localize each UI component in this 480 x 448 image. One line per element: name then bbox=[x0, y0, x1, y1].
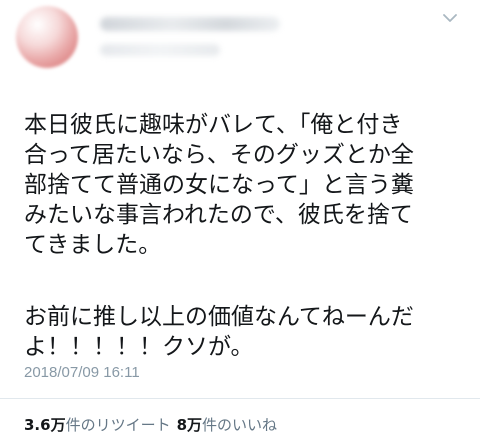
likes-stat[interactable]: 8万件のいいね bbox=[177, 416, 277, 434]
blurred-handle[interactable] bbox=[100, 44, 220, 56]
retweets-label: 件のリツイート bbox=[65, 416, 171, 434]
tweet-stats: 3.6万件のリツイート 8万件のいいね bbox=[24, 414, 277, 435]
tweet-body: 本日彼氏に趣味がバレて、「俺と付き 合って居たいなら、そのグッズとか全 部捨てて… bbox=[24, 80, 464, 404]
likes-count: 8万 bbox=[176, 416, 203, 434]
avatar[interactable] bbox=[16, 6, 78, 68]
tweet-timestamp[interactable]: 2018/07/09 16:11 bbox=[24, 364, 140, 381]
tweet-paragraph-1: 本日彼氏に趣味がバレて、「俺と付き 合って居たいなら、そのグッズとか全 部捨てて… bbox=[24, 112, 414, 258]
likes-label: 件のいいね bbox=[202, 416, 278, 434]
divider bbox=[0, 398, 480, 399]
tweet-header bbox=[16, 6, 464, 70]
chevron-down-icon[interactable] bbox=[442, 10, 458, 26]
blurred-display-name[interactable] bbox=[100, 17, 280, 31]
tweet-paragraph-2: お前に推し以上の価値なんてねーんだ よ！！！！！クソが。 bbox=[24, 304, 414, 360]
retweets-count: 3.6万 bbox=[24, 416, 66, 434]
retweets-stat[interactable]: 3.6万件のリツイート bbox=[24, 416, 171, 434]
